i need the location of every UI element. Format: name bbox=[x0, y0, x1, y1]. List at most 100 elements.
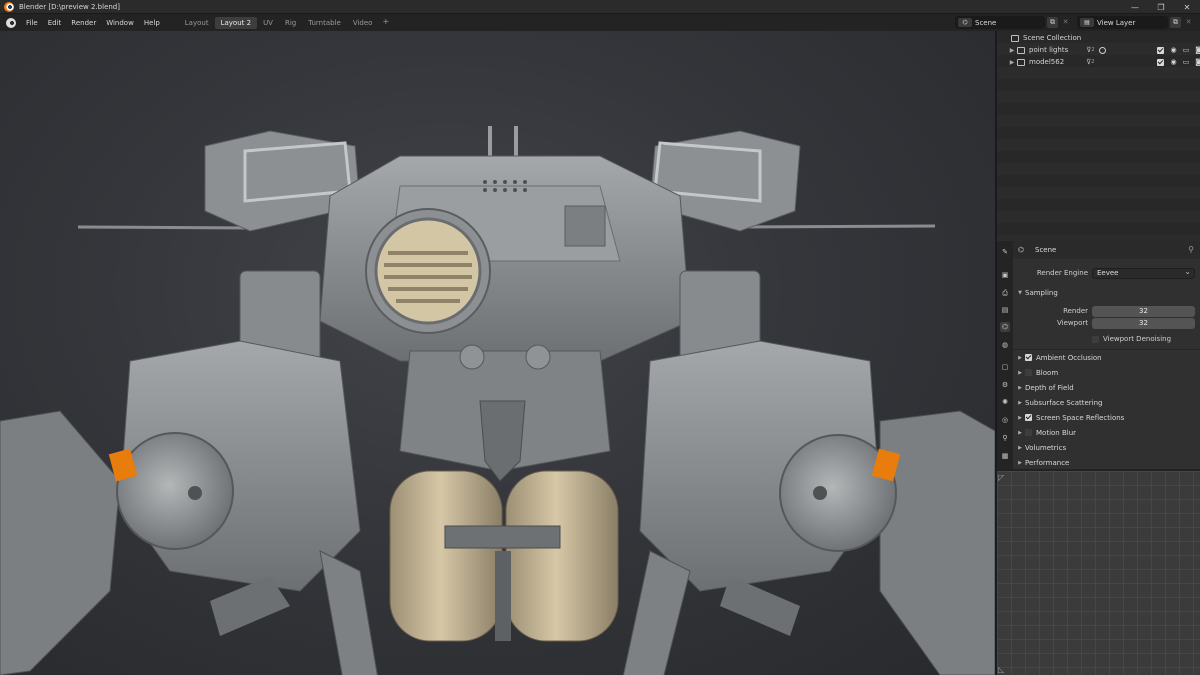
menu-window[interactable]: Window bbox=[101, 19, 139, 27]
outliner-scene-collection[interactable]: Scene Collection bbox=[1011, 32, 1200, 44]
bloom-label: Bloom bbox=[1036, 368, 1059, 377]
depth-of-field-panel-header[interactable]: ▶ Depth of Field bbox=[1013, 381, 1200, 394]
view-layer-selector[interactable]: ▤ View Layer bbox=[1077, 16, 1168, 29]
viewport-icon[interactable]: ▭ bbox=[1183, 46, 1190, 54]
panel-expanded-icon: ▼ bbox=[1018, 289, 1022, 296]
tab-layout[interactable]: Layout bbox=[179, 17, 215, 29]
scene-collection-label: Scene Collection bbox=[1023, 34, 1082, 42]
outliner-item-count: 2 bbox=[1091, 59, 1095, 65]
top-header: File Edit Render Window Help Layout Layo… bbox=[0, 14, 1200, 31]
collection-icon bbox=[1017, 58, 1025, 66]
new-scene-icon[interactable]: ⧉ bbox=[1047, 17, 1058, 28]
outliner-item-label: model562 bbox=[1029, 58, 1065, 66]
panel-collapsed-icon: ▶ bbox=[1018, 414, 1022, 421]
area-corner-icon[interactable]: ◸ bbox=[998, 473, 1004, 482]
subsurface-scattering-panel-header[interactable]: ▶ Subsurface Scattering bbox=[1013, 396, 1200, 409]
menu-file[interactable]: File bbox=[21, 19, 43, 27]
mech-render bbox=[0, 126, 995, 675]
screen-space-reflections-panel-header[interactable]: ▶ Screen Space Reflections bbox=[1013, 411, 1200, 424]
performance-panel-header[interactable]: ▶ Performance bbox=[1013, 456, 1200, 469]
texture-icon[interactable]: ▦ bbox=[1000, 451, 1010, 461]
maximize-icon[interactable]: ❐ bbox=[1148, 0, 1174, 14]
outliner-item[interactable]: ▶ point lights ⊽ 2 ◉ ▭ ◙ bbox=[1007, 44, 1200, 56]
blender-menu-icon[interactable] bbox=[6, 17, 16, 28]
outliner-item[interactable]: ▶ model562 ⊽ 2 ◉ ▭ ◙ bbox=[1007, 56, 1200, 68]
sampling-label: Sampling bbox=[1025, 288, 1058, 297]
render-icon[interactable]: ▣ bbox=[1000, 270, 1010, 280]
outliner-panel: Scene Collection ▶ point lights ⊽ 2 ◉ ▭ … bbox=[997, 31, 1200, 241]
output-icon[interactable]: ⎙ bbox=[1000, 288, 1010, 298]
panel-collapsed-icon: ▶ bbox=[1018, 429, 1022, 436]
menu-render[interactable]: Render bbox=[66, 19, 101, 27]
outliner-item-toggles: ◉ ▭ ◙ bbox=[1157, 46, 1200, 54]
3d-viewport[interactable] bbox=[0, 31, 995, 675]
render-samples-field[interactable]: 32 bbox=[1092, 305, 1195, 317]
render-samples-row: Render 32 bbox=[1013, 305, 1200, 317]
viewport-denoising-row[interactable]: Viewport Denoising bbox=[1013, 333, 1200, 345]
image-editor-grid[interactable]: ◸ ◺ bbox=[997, 469, 1200, 675]
scene-icon: ⌬ bbox=[958, 18, 972, 27]
remove-view-layer-icon[interactable]: ✕ bbox=[1183, 17, 1194, 28]
ambient-occlusion-panel-header[interactable]: ▶ Ambient Occlusion bbox=[1013, 351, 1200, 364]
bloom-panel-header[interactable]: ▶ Bloom bbox=[1013, 366, 1200, 379]
tab-layout-2[interactable]: Layout 2 bbox=[214, 16, 258, 29]
menu-help[interactable]: Help bbox=[139, 19, 165, 27]
render-samples-label: Render bbox=[1063, 307, 1088, 315]
bloom-checkbox[interactable] bbox=[1025, 369, 1032, 376]
motion-blur-checkbox[interactable] bbox=[1025, 429, 1032, 436]
viewport-denoising-label: Viewport Denoising bbox=[1103, 335, 1172, 343]
sampling-panel-header[interactable]: ▼ Sampling bbox=[1013, 286, 1200, 299]
scene-icon[interactable]: ⌬ bbox=[1000, 322, 1010, 332]
constraints-icon[interactable]: ⚲ bbox=[1000, 433, 1010, 443]
window-title: Blender [D:\preview 2.blend] bbox=[19, 2, 120, 11]
tab-uv[interactable]: UV bbox=[257, 17, 279, 29]
blender-logo-icon bbox=[4, 1, 14, 12]
particles-icon[interactable]: ✺ bbox=[1000, 397, 1010, 407]
tool-icon[interactable]: ✎ bbox=[1000, 247, 1010, 257]
panel-collapsed-icon: ▶ bbox=[1018, 384, 1022, 391]
area-corner-icon[interactable]: ◺ bbox=[998, 665, 1004, 674]
expand-arrow-icon[interactable]: ▶ bbox=[1007, 47, 1017, 54]
physics-icon[interactable]: ◎ bbox=[1000, 415, 1010, 425]
remove-scene-icon[interactable]: ✕ bbox=[1060, 17, 1071, 28]
viewport-icon[interactable]: ▭ bbox=[1183, 58, 1190, 66]
ambient-occlusion-checkbox[interactable] bbox=[1025, 354, 1032, 361]
camera-icon[interactable]: ◙ bbox=[1195, 58, 1200, 66]
volumetrics-panel-header[interactable]: ▶ Volumetrics bbox=[1013, 441, 1200, 454]
exclude-checkbox[interactable] bbox=[1157, 58, 1165, 66]
panel-collapsed-icon: ▶ bbox=[1018, 399, 1022, 406]
outliner-item-toggles: ◉ ▭ ◙ bbox=[1157, 58, 1200, 66]
viewport-denoising-checkbox[interactable] bbox=[1092, 335, 1099, 343]
world-icon[interactable]: ◍ bbox=[1000, 340, 1010, 350]
eye-icon[interactable]: ◉ bbox=[1170, 58, 1176, 66]
viewport-samples-row: Viewport 32 bbox=[1013, 317, 1200, 329]
exclude-checkbox[interactable] bbox=[1157, 46, 1165, 54]
properties-context-header: ⌬ Scene ⚲ bbox=[1013, 241, 1200, 259]
close-icon[interactable]: ✕ bbox=[1174, 0, 1200, 14]
scene-selector-value: Scene bbox=[975, 18, 997, 27]
scene-selector[interactable]: ⌬ Scene bbox=[955, 16, 1045, 29]
expand-arrow-icon[interactable]: ▶ bbox=[1007, 59, 1017, 66]
modifier-icon[interactable]: ⚙ bbox=[1000, 380, 1010, 390]
add-workspace-button[interactable]: + bbox=[378, 17, 393, 29]
minimize-icon[interactable]: — bbox=[1122, 0, 1148, 14]
object-icon[interactable]: ▢ bbox=[1000, 362, 1010, 372]
panel-collapsed-icon: ▶ bbox=[1018, 354, 1022, 361]
pin-icon[interactable]: ⚲ bbox=[1188, 245, 1194, 254]
camera-icon[interactable]: ◙ bbox=[1195, 46, 1200, 54]
viewport-samples-field[interactable]: 32 bbox=[1092, 317, 1195, 329]
screen-space-reflections-checkbox[interactable] bbox=[1025, 414, 1032, 421]
tab-rig[interactable]: Rig bbox=[279, 17, 302, 29]
view-layer-icon[interactable]: ▤ bbox=[1000, 305, 1010, 315]
eye-icon[interactable]: ◉ bbox=[1170, 46, 1176, 54]
tab-video[interactable]: Video bbox=[347, 17, 379, 29]
new-view-layer-icon[interactable]: ⧉ bbox=[1170, 17, 1181, 28]
tab-turntable[interactable]: Turntable bbox=[302, 17, 347, 29]
menu-edit[interactable]: Edit bbox=[43, 19, 67, 27]
render-engine-dropdown[interactable]: Eevee bbox=[1092, 267, 1195, 279]
outliner-item-label: point lights bbox=[1029, 46, 1069, 54]
render-engine-row: Render Engine Eevee bbox=[1013, 267, 1200, 279]
screen-space-reflections-label: Screen Space Reflections bbox=[1036, 413, 1125, 422]
collection-icon bbox=[1017, 46, 1025, 54]
motion-blur-panel-header[interactable]: ▶ Motion Blur bbox=[1013, 426, 1200, 439]
